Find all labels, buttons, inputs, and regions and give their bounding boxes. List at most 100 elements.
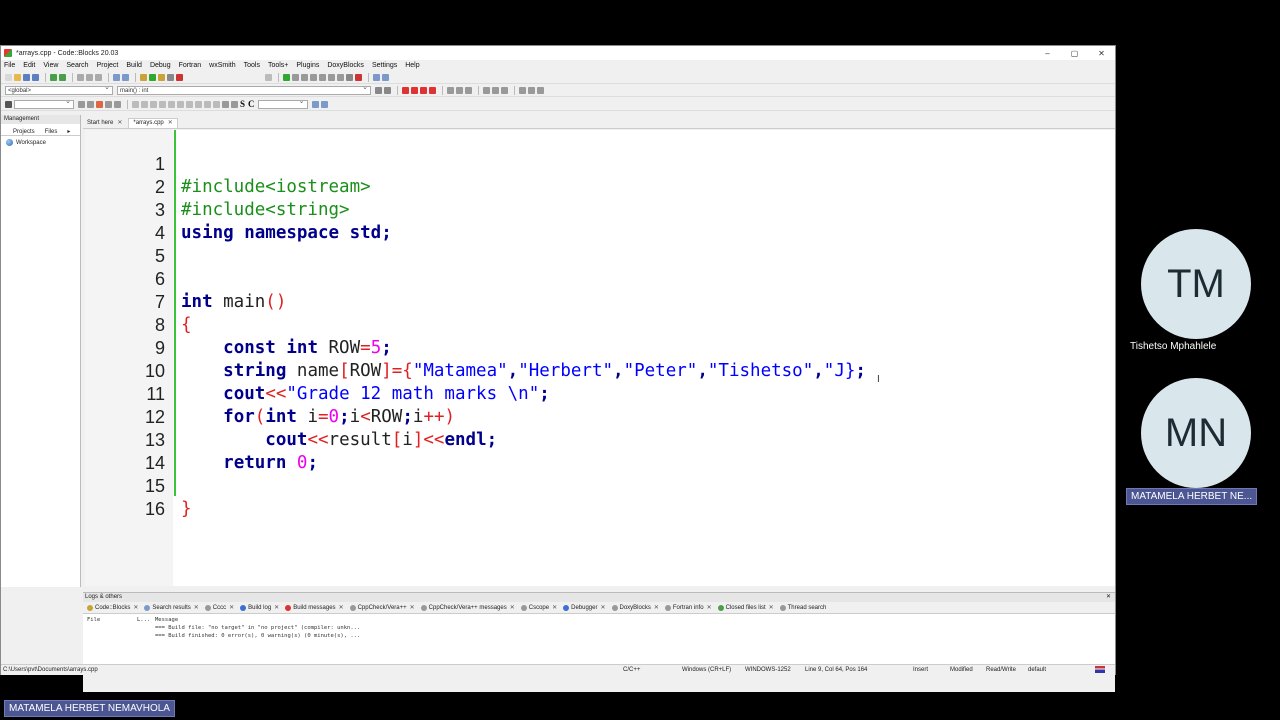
shape-diamond-icon[interactable] bbox=[204, 100, 211, 108]
bookmark-prev-icon[interactable] bbox=[411, 86, 418, 94]
bookmark-clear-icon[interactable] bbox=[429, 86, 436, 94]
shape-box-icon[interactable] bbox=[186, 100, 193, 108]
shape-col-icon[interactable] bbox=[168, 100, 175, 108]
tab-fortran-info[interactable]: Fortran info ✕ bbox=[664, 604, 712, 611]
column-header[interactable]: L... bbox=[137, 616, 155, 624]
tab-scroll-right-icon[interactable]: ▸ bbox=[67, 128, 70, 135]
avatar[interactable]: MN bbox=[1141, 378, 1251, 488]
replace-icon[interactable] bbox=[122, 73, 129, 81]
find-icon[interactable] bbox=[113, 73, 120, 81]
scope-combo[interactable]: <global> bbox=[5, 84, 113, 95]
tab-files[interactable]: Files bbox=[45, 129, 58, 135]
doxy-run-icon[interactable] bbox=[465, 86, 472, 94]
tab-closed-files[interactable]: Closed files list ✕ bbox=[717, 604, 774, 611]
save-all-icon[interactable] bbox=[32, 73, 39, 81]
copy-icon[interactable] bbox=[86, 73, 93, 81]
run-to-cursor-icon[interactable] bbox=[292, 73, 299, 81]
next-instruction-icon[interactable] bbox=[328, 73, 335, 81]
code-editor[interactable]: 1 #include<iostream> 2 #include<string> … bbox=[85, 130, 1115, 586]
tab-doxyblocks[interactable]: DoxyBlocks ✕ bbox=[611, 604, 659, 611]
menu-search[interactable]: Search bbox=[66, 62, 88, 69]
menu-wxsmith[interactable]: wxSmith bbox=[209, 62, 235, 69]
column-header[interactable]: Message bbox=[155, 616, 178, 624]
pointer-icon[interactable] bbox=[132, 100, 139, 108]
open-icon[interactable] bbox=[14, 73, 21, 81]
shape-table-icon[interactable] bbox=[150, 100, 157, 108]
menu-settings[interactable]: Settings bbox=[372, 62, 397, 69]
menu-file[interactable]: File bbox=[4, 62, 15, 69]
save-icon[interactable] bbox=[23, 73, 30, 81]
doxy-config-icon[interactable] bbox=[501, 86, 508, 94]
debug-info-icon[interactable] bbox=[382, 73, 389, 81]
tab-start-here[interactable]: Start here ✕ bbox=[83, 119, 126, 128]
tab-cppcheck-messages[interactable]: CppCheck/Vera++ messages ✕ bbox=[420, 604, 515, 611]
close-icon[interactable]: ✕ bbox=[117, 119, 122, 126]
close-icon[interactable]: ✕ bbox=[274, 604, 279, 611]
debug-windows-icon[interactable] bbox=[373, 73, 380, 81]
tab-projects[interactable]: Projects bbox=[13, 129, 35, 135]
minimize-button[interactable]: – bbox=[1034, 49, 1061, 58]
menu-edit[interactable]: Edit bbox=[23, 62, 35, 69]
search-combo[interactable] bbox=[257, 98, 308, 109]
shape-rect-icon[interactable] bbox=[141, 100, 148, 108]
search-options-icon[interactable] bbox=[320, 100, 328, 108]
close-icon[interactable]: ✕ bbox=[654, 604, 659, 611]
jump-back-icon[interactable] bbox=[375, 86, 382, 94]
rebuild-icon[interactable] bbox=[167, 73, 174, 81]
doxy-chm-icon[interactable] bbox=[492, 86, 499, 94]
new-file-icon[interactable] bbox=[5, 73, 12, 81]
close-icon[interactable]: ✕ bbox=[133, 604, 138, 611]
close-icon[interactable]: ✕ bbox=[339, 604, 344, 611]
menu-plugins[interactable]: Plugins bbox=[296, 62, 319, 69]
abort-icon[interactable] bbox=[176, 73, 183, 81]
bookmark-toggle-icon[interactable] bbox=[402, 86, 409, 94]
shape-row-icon[interactable] bbox=[159, 100, 166, 108]
menu-help[interactable]: Help bbox=[405, 62, 419, 69]
changebar-icon[interactable] bbox=[537, 86, 544, 94]
menu-fortran[interactable]: Fortran bbox=[179, 62, 202, 69]
doxy-html-icon[interactable] bbox=[483, 86, 490, 94]
select-icon[interactable] bbox=[105, 100, 112, 108]
prev-change-icon[interactable] bbox=[519, 86, 526, 94]
menu-build[interactable]: Build bbox=[126, 62, 142, 69]
redo-icon[interactable] bbox=[59, 73, 66, 81]
tab-codeblocks-log[interactable]: Code::Blocks ✕ bbox=[87, 604, 138, 611]
workspace-node[interactable]: Workspace bbox=[1, 136, 80, 146]
close-icon[interactable]: ✕ bbox=[168, 119, 173, 126]
close-icon[interactable]: ✕ bbox=[769, 604, 774, 611]
jump-forward-icon[interactable] bbox=[384, 86, 391, 94]
tab-build-messages[interactable]: Build messages ✕ bbox=[285, 604, 344, 611]
highlight-icon[interactable] bbox=[96, 100, 103, 108]
avatar[interactable]: TM bbox=[1141, 229, 1251, 339]
tab-build-log[interactable]: Build log ✕ bbox=[240, 604, 279, 611]
tab-debugger[interactable]: Debugger ✕ bbox=[563, 604, 606, 611]
menu-tools-plus[interactable]: Tools+ bbox=[268, 62, 288, 69]
menu-doxyblocks[interactable]: DoxyBlocks bbox=[327, 62, 364, 69]
debug-icon[interactable] bbox=[283, 73, 290, 81]
cut-icon[interactable] bbox=[77, 73, 84, 81]
close-button[interactable]: ✕ bbox=[1088, 49, 1115, 58]
doxy-line-icon[interactable] bbox=[456, 86, 463, 94]
close-icon[interactable]: ✕ bbox=[1106, 593, 1111, 602]
target-icon[interactable] bbox=[265, 73, 272, 81]
undo-icon[interactable] bbox=[50, 73, 57, 81]
format-icon[interactable] bbox=[114, 100, 121, 108]
build-icon[interactable] bbox=[140, 73, 147, 81]
close-icon[interactable]: ✕ bbox=[510, 604, 515, 611]
maximize-button[interactable]: ▢ bbox=[1061, 49, 1088, 58]
forward-icon[interactable] bbox=[87, 100, 94, 108]
tab-cppcheck[interactable]: CppCheck/Vera++ ✕ bbox=[349, 604, 415, 611]
menu-project[interactable]: Project bbox=[97, 62, 119, 69]
close-icon[interactable]: ✕ bbox=[600, 604, 605, 611]
c-button[interactable]: C bbox=[248, 99, 255, 109]
shape-oval-icon[interactable] bbox=[195, 100, 202, 108]
search-icon[interactable] bbox=[311, 100, 319, 108]
close-icon[interactable]: ✕ bbox=[552, 604, 557, 611]
stop-debug-icon[interactable] bbox=[355, 73, 362, 81]
record-macro-icon[interactable] bbox=[5, 100, 12, 108]
close-icon[interactable]: ✕ bbox=[707, 604, 712, 611]
macro-combo[interactable] bbox=[14, 98, 74, 109]
tab-thread-search[interactable]: Thread search bbox=[779, 604, 826, 611]
pause-icon[interactable] bbox=[346, 73, 353, 81]
menu-tools[interactable]: Tools bbox=[244, 62, 260, 69]
